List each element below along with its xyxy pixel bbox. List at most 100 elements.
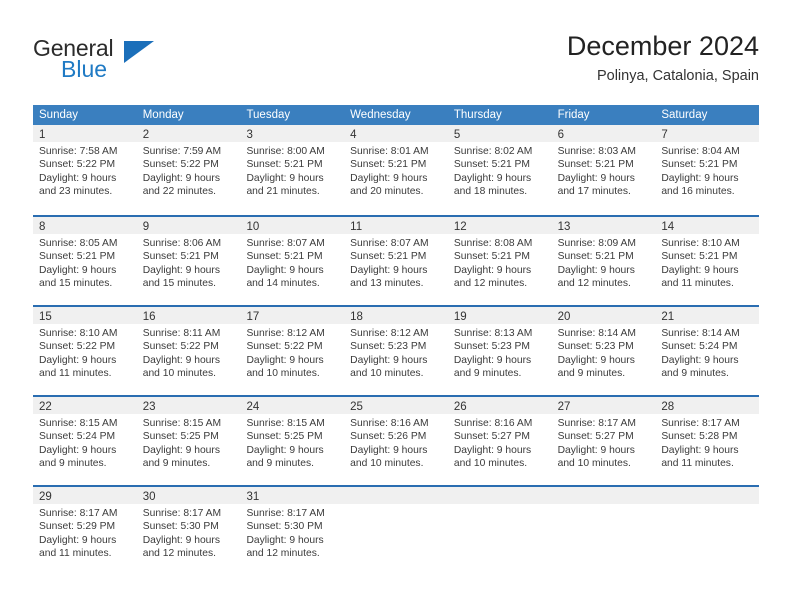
daylight-duration-line2: and 22 minutes. xyxy=(142,186,216,198)
daylight-duration-line1: Daylight: 9 hours xyxy=(661,172,739,184)
day-number: 17 xyxy=(246,311,260,323)
day-cell[interactable]: 10 Sunrise: 8:07 AM Sunset: 5:21 PM Dayligh… xyxy=(240,217,345,305)
day-details: Sunrise: 8:15 AM Sunset: 5:24 PM Daylight:… xyxy=(33,414,137,471)
daylight-duration-line2: and 15 minutes. xyxy=(39,278,113,290)
day-cell[interactable]: 9 Sunrise: 8:06 AM Sunset: 5:21 PM Daylight… xyxy=(136,217,241,305)
weekday-header-sunday: Sunday xyxy=(39,109,79,121)
day-number: 20 xyxy=(557,311,571,323)
sunset-time: Sunset: 5:29 PM xyxy=(39,521,116,533)
day-number-band xyxy=(655,487,760,504)
day-number: 11 xyxy=(350,221,363,233)
day-cell[interactable]: 15 Sunrise: 8:10 AM Sunset: 5:22 PM Dayligh… xyxy=(33,307,137,395)
weekday-header-monday: Monday xyxy=(142,109,184,121)
day-cell[interactable]: 20 Sunrise: 8:14 AM Sunset: 5:23 PM Dayligh… xyxy=(551,307,656,395)
day-cell[interactable]: 30 Sunrise: 8:17 AM Sunset: 5:30 PM Dayligh… xyxy=(136,487,241,575)
day-cell[interactable]: 3 Sunrise: 8:00 AM Sunset: 5:21 PM Daylight… xyxy=(240,125,345,215)
sunset-time: Sunset: 5:21 PM xyxy=(557,159,634,171)
day-details: Sunrise: 8:10 AM Sunset: 5:22 PM Daylight:… xyxy=(33,324,137,381)
daylight-duration-line2: and 9 minutes. xyxy=(246,458,314,470)
day-details: Sunrise: 8:16 AM Sunset: 5:27 PM Daylight:… xyxy=(448,414,552,471)
day-cell[interactable]: 21 Sunrise: 8:14 AM Sunset: 5:24 PM Dayligh… xyxy=(655,307,760,395)
sunrise-time: Sunrise: 8:03 AM xyxy=(557,146,637,157)
sunrise-time: Sunrise: 8:07 AM xyxy=(350,238,429,249)
day-number: 5 xyxy=(453,129,461,141)
sunset-time: Sunset: 5:21 PM xyxy=(142,251,219,263)
triangle-icon xyxy=(124,41,154,63)
sunrise-time: Sunrise: 8:17 AM xyxy=(246,508,325,519)
day-cell[interactable]: 29 Sunrise: 8:17 AM Sunset: 5:29 PM Dayligh… xyxy=(33,487,137,575)
daylight-duration-line2: and 10 minutes. xyxy=(453,458,528,470)
page-header: General Blue December 2024 Polinya, Cata… xyxy=(0,0,792,84)
sunset-time: Sunset: 5:27 PM xyxy=(557,431,634,443)
day-cell[interactable]: 13 Sunrise: 8:09 AM Sunset: 5:21 PM Dayligh… xyxy=(551,217,656,305)
day-cell[interactable]: 6 Sunrise: 8:03 AM Sunset: 5:21 PM Daylight… xyxy=(551,125,656,215)
day-cell[interactable]: 7 Sunrise: 8:04 AM Sunset: 5:21 PM Daylight… xyxy=(655,125,760,215)
day-cell[interactable]: 14 Sunrise: 8:10 AM Sunset: 5:21 PM Dayligh… xyxy=(655,217,760,305)
day-details: Sunrise: 8:00 AM Sunset: 5:21 PM Daylight:… xyxy=(240,142,344,199)
weekday-header-wednesday: Wednesday xyxy=(350,109,411,121)
day-cell[interactable]: 5 Sunrise: 8:02 AM Sunset: 5:21 PM Daylight… xyxy=(447,125,552,215)
sunset-time: Sunset: 5:22 PM xyxy=(246,341,323,353)
daylight-duration-line2: and 9 minutes. xyxy=(142,458,211,470)
day-cell[interactable]: 24 Sunrise: 8:15 AM Sunset: 5:25 PM Dayligh… xyxy=(240,397,345,485)
day-details: Sunrise: 8:17 AM Sunset: 5:27 PM Daylight:… xyxy=(552,414,656,471)
daylight-duration-line1: Daylight: 9 hours xyxy=(39,172,117,184)
daylight-duration-line1: Daylight: 9 hours xyxy=(246,264,324,276)
day-cell[interactable]: 4 Sunrise: 8:01 AM Sunset: 5:21 PM Daylight… xyxy=(344,125,448,215)
day-cell[interactable]: 22 Sunrise: 8:15 AM Sunset: 5:24 PM Dayligh… xyxy=(33,397,137,485)
daylight-duration-line2: and 9 minutes. xyxy=(557,368,626,380)
day-number: 30 xyxy=(142,491,156,503)
sunset-time: Sunset: 5:21 PM xyxy=(350,251,427,263)
daylight-duration-line2: and 12 minutes. xyxy=(246,548,320,560)
daylight-duration-line2: and 23 minutes. xyxy=(39,186,113,198)
day-details: Sunrise: 8:02 AM Sunset: 5:21 PM Daylight:… xyxy=(448,142,552,199)
day-details: Sunrise: 8:11 AM Sunset: 5:22 PM Daylight:… xyxy=(137,324,241,381)
day-number-band: 22 xyxy=(33,397,137,414)
day-cell[interactable]: 23 Sunrise: 8:15 AM Sunset: 5:25 PM Dayligh… xyxy=(136,397,241,485)
day-cell[interactable]: 17 Sunrise: 8:12 AM Sunset: 5:22 PM Dayligh… xyxy=(240,307,345,395)
day-cell[interactable]: 12 Sunrise: 8:08 AM Sunset: 5:21 PM Dayligh… xyxy=(447,217,552,305)
day-cell[interactable]: 16 Sunrise: 8:11 AM Sunset: 5:22 PM Dayligh… xyxy=(136,307,241,395)
day-number: 8 xyxy=(39,221,46,233)
sunrise-time: Sunrise: 8:12 AM xyxy=(246,328,325,339)
day-cell[interactable]: 28 Sunrise: 8:17 AM Sunset: 5:28 PM Dayligh… xyxy=(655,397,760,485)
day-cell[interactable]: 19 Sunrise: 8:13 AM Sunset: 5:23 PM Dayligh… xyxy=(447,307,552,395)
day-cell[interactable]: 27 Sunrise: 8:17 AM Sunset: 5:27 PM Dayligh… xyxy=(551,397,656,485)
day-number: 6 xyxy=(557,129,564,141)
sunrise-time: Sunrise: 8:00 AM xyxy=(246,146,325,157)
sunrise-time: Sunrise: 8:08 AM xyxy=(453,238,533,249)
day-number: 26 xyxy=(453,401,467,413)
page-title: December 2024 xyxy=(566,31,759,61)
day-cell[interactable]: 1 Sunrise: 7:58 AM Sunset: 5:22 PM Daylight… xyxy=(33,125,137,215)
calendar-table: Sunday Monday Tuesday Wednesday Thursday Frid… xyxy=(33,105,760,575)
general-blue-logo[interactable]: General Blue xyxy=(33,30,168,81)
sunrise-time: Sunrise: 8:17 AM xyxy=(661,418,740,429)
sunrise-time: Sunrise: 8:04 AM xyxy=(661,146,740,157)
sunset-time: Sunset: 5:23 PM xyxy=(350,341,427,353)
sunrise-time: Sunrise: 8:05 AM xyxy=(39,238,118,249)
day-cell[interactable]: 31 Sunrise: 8:17 AM Sunset: 5:30 PM Dayligh… xyxy=(240,487,345,575)
day-number-band: 2 xyxy=(136,125,241,142)
day-number: 10 xyxy=(246,221,260,233)
day-details: Sunrise: 8:16 AM Sunset: 5:26 PM Daylight:… xyxy=(344,414,448,471)
day-number-band: 31 xyxy=(240,487,345,504)
daylight-duration-line2: and 12 minutes. xyxy=(142,548,216,560)
daylight-duration-line2: and 9 minutes. xyxy=(39,458,107,470)
daylight-duration-line1: Daylight: 9 hours xyxy=(246,444,324,456)
day-number: 14 xyxy=(661,221,675,233)
day-number-band: 24 xyxy=(240,397,345,414)
day-cell[interactable]: 2 Sunrise: 7:59 AM Sunset: 5:22 PM Daylight… xyxy=(136,125,241,215)
day-cell[interactable]: 8 Sunrise: 8:05 AM Sunset: 5:21 PM Daylight… xyxy=(33,217,137,305)
daylight-duration-line2: and 12 minutes. xyxy=(557,278,631,290)
sunset-time: Sunset: 5:23 PM xyxy=(557,341,634,353)
day-cell[interactable]: 26 Sunrise: 8:16 AM Sunset: 5:27 PM Dayligh… xyxy=(447,397,552,485)
day-number: 28 xyxy=(661,401,675,413)
sunset-time: Sunset: 5:25 PM xyxy=(142,431,219,443)
day-details: Sunrise: 8:07 AM Sunset: 5:21 PM Daylight:… xyxy=(240,234,344,291)
day-number-band: 16 xyxy=(136,307,241,324)
day-cell[interactable]: 18 Sunrise: 8:12 AM Sunset: 5:23 PM Dayligh… xyxy=(344,307,448,395)
day-cell[interactable]: 25 Sunrise: 8:16 AM Sunset: 5:26 PM Dayligh… xyxy=(344,397,448,485)
daylight-duration-line1: Daylight: 9 hours xyxy=(557,444,635,456)
day-cell[interactable]: 11 Sunrise: 8:07 AM Sunset: 5:21 PM Dayligh… xyxy=(344,217,448,305)
day-number: 15 xyxy=(39,311,52,323)
